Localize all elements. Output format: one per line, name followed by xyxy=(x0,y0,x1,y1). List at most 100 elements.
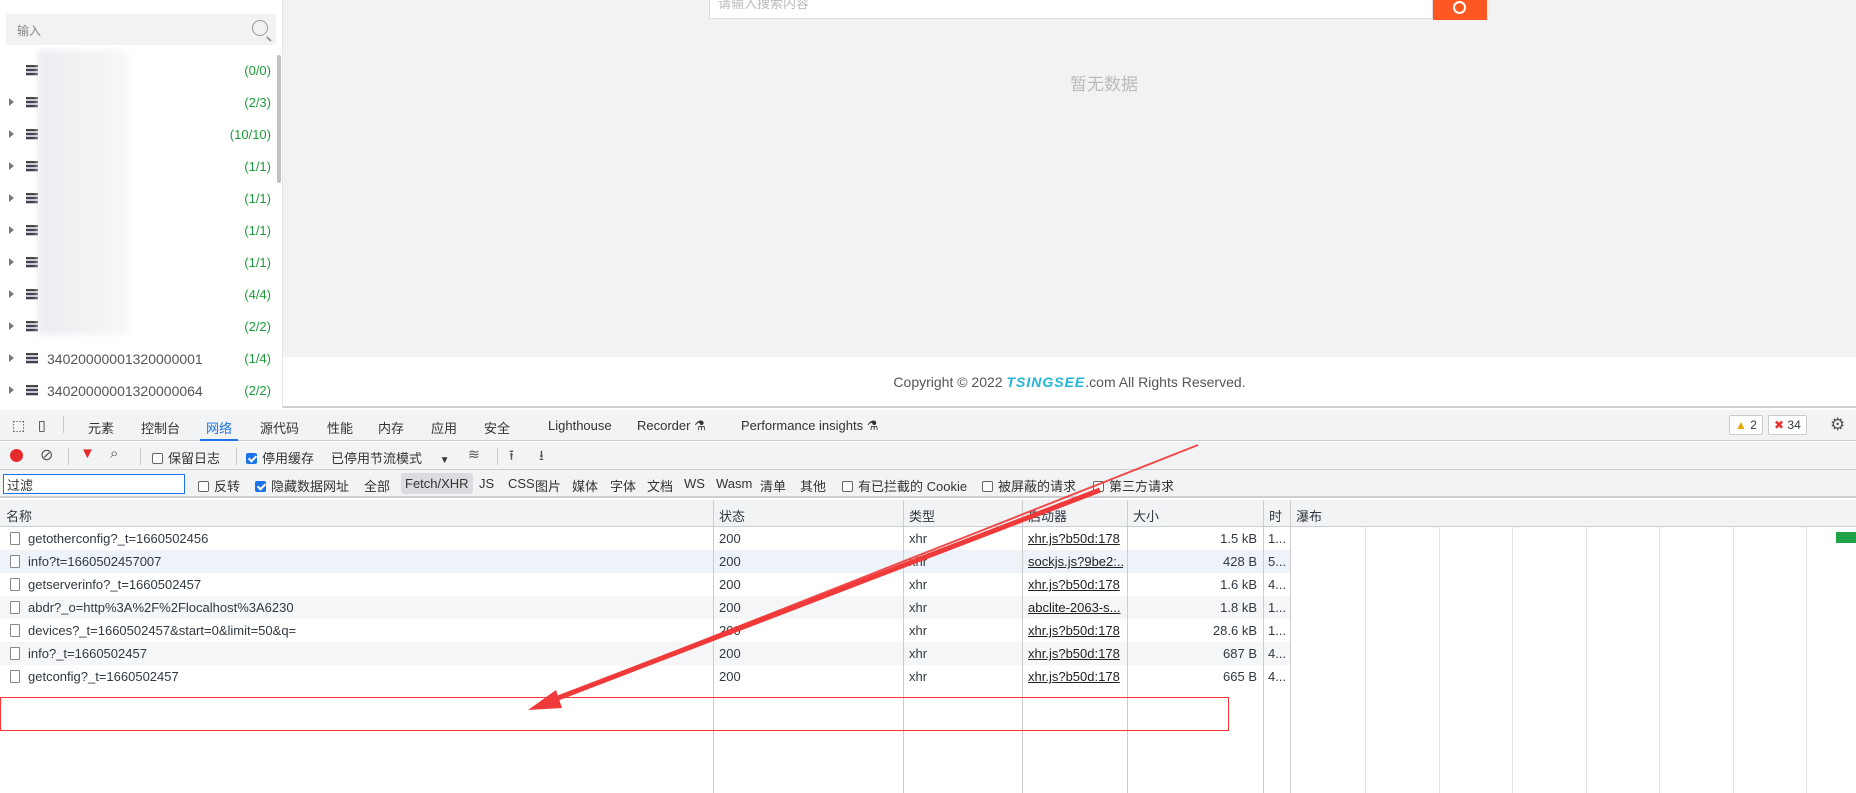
cell-initiator[interactable]: xhr.js?b50d:178 xyxy=(1028,623,1123,638)
hide-data-urls-checkbox[interactable]: 隐藏数据网址 xyxy=(255,476,349,495)
cell-initiator[interactable]: abclite-2063-s... xyxy=(1028,600,1123,615)
type-filter-4[interactable]: 图片 xyxy=(535,476,561,495)
type-filter-11[interactable]: 其他 xyxy=(800,476,826,495)
tab-5[interactable]: 内存 xyxy=(378,418,404,437)
hide-data-urls-label: 隐藏数据网址 xyxy=(271,479,350,494)
search-icon[interactable]: ⌕ xyxy=(110,445,118,462)
column-divider[interactable] xyxy=(713,500,714,793)
table-row[interactable]: getotherconfig?_t=1660502456 200 xhr xhr.js… xyxy=(0,527,1290,550)
blocked-requests-checkbox[interactable]: 被屏蔽的请求 xyxy=(982,476,1076,495)
type-filter-2[interactable]: JS xyxy=(479,476,494,491)
table-row[interactable]: getserverinfo?_t=1660502457 200 xhr xhr.js?… xyxy=(0,573,1290,596)
cell-type: xhr xyxy=(909,577,928,592)
network-conditions-icon[interactable]: ≋ xyxy=(468,446,480,463)
type-filter-8[interactable]: WS xyxy=(684,476,705,491)
network-toolbar: ⊘ ▼ ⌕ 保留日志 停用缓存 已停用节流模式 ▼ ≋ ⭱ ⭳ xyxy=(0,442,1856,470)
tab-6[interactable]: 应用 xyxy=(431,418,457,437)
type-filter-0[interactable]: 全部 xyxy=(364,476,390,495)
type-filter-3[interactable]: CSS xyxy=(508,476,535,491)
cell-status: 200 xyxy=(719,669,741,684)
expand-arrow-icon[interactable] xyxy=(9,226,14,234)
filter-input[interactable] xyxy=(3,474,185,494)
cell-name: getserverinfo?_t=1660502457 xyxy=(28,577,202,592)
content-search-input[interactable]: 请输入搜索内容 xyxy=(709,0,1433,19)
type-filter-10[interactable]: 清单 xyxy=(760,476,786,495)
tree-search-input[interactable]: 输入 xyxy=(6,14,276,45)
tab-10[interactable]: Performance insights ⚗ xyxy=(741,418,878,434)
table-row[interactable]: devices?_t=1660502457&start=0&limit=50&q… xyxy=(0,619,1290,642)
expand-arrow-icon[interactable] xyxy=(9,386,14,394)
sidebar-scrollbar[interactable] xyxy=(277,55,281,183)
cell-initiator[interactable]: xhr.js?b50d:178 xyxy=(1028,646,1123,661)
tab-8[interactable]: Lighthouse xyxy=(548,418,612,433)
tab-2[interactable]: 网络 xyxy=(199,418,239,441)
column-header-1[interactable]: 状态 xyxy=(719,506,745,525)
tree-item[interactable]: 34020000001320000001 (1/4) xyxy=(0,343,275,375)
cell-initiator[interactable]: xhr.js?b50d:178 xyxy=(1028,577,1123,592)
column-divider[interactable] xyxy=(1290,500,1291,793)
tree-item-count: (1/4) xyxy=(244,351,271,366)
tab-7[interactable]: 安全 xyxy=(484,418,510,437)
tab-3[interactable]: 源代码 xyxy=(260,418,299,437)
search-placeholder: 输入 xyxy=(17,24,42,38)
disable-cache-label: 停用缓存 xyxy=(262,451,315,466)
type-filter-5[interactable]: 媒体 xyxy=(572,476,598,495)
column-header-2[interactable]: 类型 xyxy=(909,506,935,525)
blocked-cookies-checkbox[interactable]: 有已拦截的 Cookie xyxy=(842,476,967,495)
device-toggle-icon[interactable]: ▯ xyxy=(38,417,46,434)
warnings-badge[interactable]: ▲ 2 xyxy=(1729,415,1763,435)
import-har-icon[interactable]: ⭱ xyxy=(509,445,514,469)
disable-cache-checkbox[interactable]: 停用缓存 xyxy=(246,448,314,467)
cell-name: abdr?_o=http%3A%2F%2Flocalhost%3A6230 xyxy=(28,600,294,615)
column-divider[interactable] xyxy=(1263,500,1264,793)
column-header-0[interactable]: 名称 xyxy=(6,506,32,525)
column-header-5[interactable]: 时 xyxy=(1269,506,1282,525)
record-icon[interactable] xyxy=(10,449,23,462)
inspect-icon[interactable]: ⬚ xyxy=(12,417,25,434)
expand-arrow-icon[interactable] xyxy=(9,162,14,170)
tab-9[interactable]: Recorder ⚗ xyxy=(637,418,706,434)
column-header-3[interactable]: 启动器 xyxy=(1028,506,1067,525)
preserve-log-checkbox[interactable]: 保留日志 xyxy=(152,448,220,467)
expand-arrow-icon[interactable] xyxy=(9,258,14,266)
document-icon xyxy=(10,578,20,591)
expand-arrow-icon[interactable] xyxy=(9,194,14,202)
error-icon: ✖ xyxy=(1774,418,1785,432)
type-filter-1[interactable]: Fetch/XHR xyxy=(401,473,473,494)
clear-icon[interactable]: ⊘ xyxy=(40,445,53,465)
type-filter-7[interactable]: 文档 xyxy=(647,476,673,495)
type-filter-9[interactable]: Wasm xyxy=(716,476,752,491)
tab-1[interactable]: 控制台 xyxy=(141,418,180,437)
column-divider[interactable] xyxy=(1127,500,1128,793)
expand-arrow-icon[interactable] xyxy=(9,98,14,106)
expand-arrow-icon[interactable] xyxy=(9,354,14,362)
search-button[interactable] xyxy=(1433,0,1487,20)
settings-gear-icon[interactable]: ⚙ xyxy=(1830,415,1845,435)
table-row[interactable]: getconfig?_t=1660502457 200 xhr xhr.js?b50d… xyxy=(0,665,1290,688)
invert-checkbox[interactable]: 反转 xyxy=(198,476,240,495)
third-party-checkbox[interactable]: 第三方请求 xyxy=(1093,476,1174,495)
column-divider[interactable] xyxy=(903,500,904,793)
cell-initiator[interactable]: xhr.js?b50d:178 xyxy=(1028,531,1123,546)
filter-icon[interactable]: ▼ xyxy=(80,445,95,462)
throttle-select[interactable]: 已停用节流模式 ▼ xyxy=(331,448,450,467)
tab-0[interactable]: 元素 xyxy=(88,418,114,437)
column-header-6[interactable]: 瀑布 xyxy=(1296,506,1322,525)
cell-initiator[interactable]: xhr.js?b50d:178 xyxy=(1028,669,1123,684)
expand-arrow-icon[interactable] xyxy=(9,130,14,138)
export-har-icon[interactable]: ⭳ xyxy=(539,445,544,469)
errors-badge[interactable]: ✖ 34 xyxy=(1768,415,1807,435)
tab-4[interactable]: 性能 xyxy=(327,418,353,437)
table-row[interactable]: abdr?_o=http%3A%2F%2Flocalhost%3A6230 200… xyxy=(0,596,1290,619)
type-filter-6[interactable]: 字体 xyxy=(610,476,636,495)
table-row[interactable]: info?t=1660502457007 200 xhr sockjs.js?9be2… xyxy=(0,550,1290,573)
search-icon[interactable] xyxy=(252,20,268,36)
column-header-4[interactable]: 大小 xyxy=(1133,506,1159,525)
cell-initiator[interactable]: sockjs.js?9be2:... xyxy=(1028,554,1123,569)
column-divider[interactable] xyxy=(1022,500,1023,793)
expand-arrow-icon[interactable] xyxy=(9,322,14,330)
expand-arrow-icon[interactable] xyxy=(9,290,14,298)
main-content xyxy=(283,0,1856,357)
table-row[interactable]: info?_t=1660502457 200 xhr xhr.js?b50d:178 6… xyxy=(0,642,1290,665)
tree-item[interactable]: 34020000001320000064 (2/2) xyxy=(0,375,275,407)
